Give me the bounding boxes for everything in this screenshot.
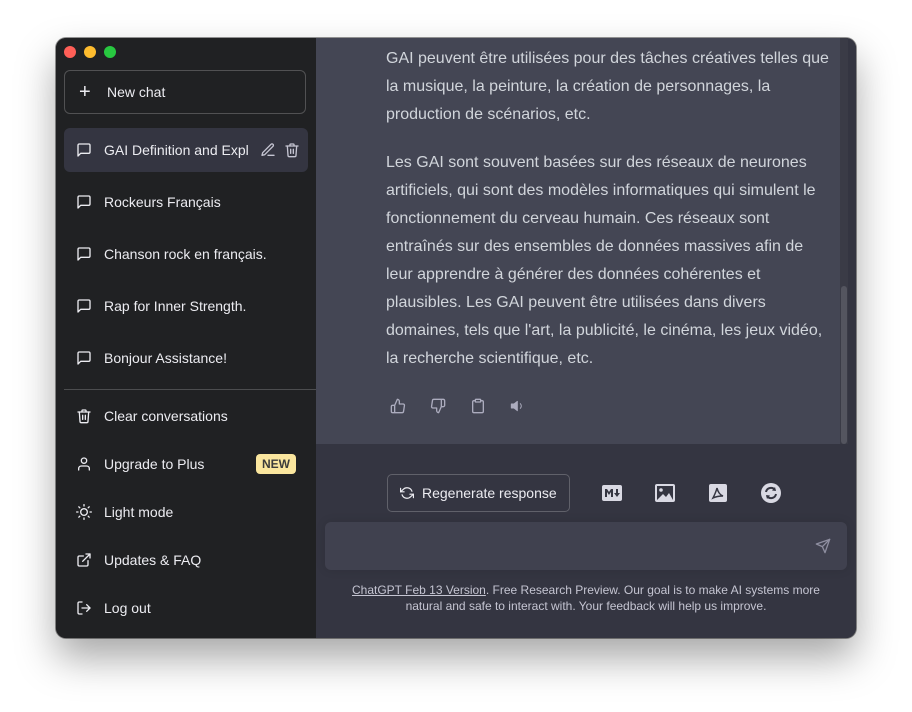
- speaker-icon[interactable]: [510, 398, 526, 414]
- conversation-label: Bonjour Assistance!: [104, 350, 227, 366]
- chat-main: GAI peuvent être utilisées pour des tâch…: [316, 38, 856, 638]
- chat-bubble-icon: [77, 351, 91, 365]
- chat-bubble-icon: [77, 143, 91, 157]
- footer-disclaimer: ChatGPT Feb 13 Version. Free Research Pr…: [336, 582, 836, 614]
- thumbs-up-icon[interactable]: [390, 398, 406, 414]
- conversation-label: Rap for Inner Strength.: [104, 298, 247, 314]
- minimize-window-button[interactable]: [84, 46, 96, 58]
- trash-icon: [77, 409, 91, 424]
- message-paragraph: GAI peuvent être utilisées pour des tâch…: [386, 50, 829, 123]
- chat-bubble-icon: [77, 299, 91, 313]
- app-window: + New chat GAI Definition and Expl Rocke…: [56, 38, 856, 638]
- refresh-icon: [400, 487, 414, 499]
- clear-conversations-button[interactable]: Clear conversations: [64, 392, 308, 440]
- conversation-actions: [260, 142, 300, 158]
- thumbs-down-icon[interactable]: [430, 398, 446, 414]
- menu-item-label: Log out: [104, 600, 151, 616]
- conversation-item[interactable]: Rockeurs Français: [64, 180, 308, 224]
- menu-item-label: Upgrade to Plus: [104, 456, 205, 472]
- message-input[interactable]: [339, 536, 803, 562]
- conversation-item[interactable]: Bonjour Assistance!: [64, 336, 308, 380]
- image-export-icon[interactable]: [654, 482, 676, 504]
- send-icon[interactable]: [815, 538, 831, 554]
- version-link[interactable]: ChatGPT Feb 13 Version: [352, 583, 486, 597]
- sync-icon[interactable]: [760, 482, 782, 504]
- clipboard-icon[interactable]: [470, 398, 486, 414]
- delete-icon[interactable]: [284, 142, 300, 158]
- edit-icon[interactable]: [260, 142, 276, 158]
- maximize-window-button[interactable]: [104, 46, 116, 58]
- plus-icon: +: [79, 81, 91, 103]
- conversation-label: GAI Definition and Expl: [104, 142, 249, 158]
- conversation-list: GAI Definition and Expl Rockeurs Françai…: [64, 128, 308, 388]
- scrollbar-track[interactable]: [840, 38, 848, 444]
- log-out-button[interactable]: Log out: [64, 584, 308, 632]
- close-window-button[interactable]: [64, 46, 76, 58]
- conversation-label: Chanson rock en français.: [104, 246, 267, 262]
- message-text: GAI peuvent être utilisées pour des tâch…: [386, 45, 834, 393]
- scrollbar-thumb[interactable]: [841, 286, 847, 444]
- conversation-item[interactable]: Chanson rock en français.: [64, 232, 308, 276]
- conversation-item[interactable]: GAI Definition and Expl: [64, 128, 308, 172]
- user-icon: [78, 457, 90, 471]
- chat-bubble-icon: [77, 195, 91, 209]
- pdf-export-icon[interactable]: [707, 482, 729, 504]
- markdown-export-icon[interactable]: [601, 482, 623, 504]
- menu-item-label: Clear conversations: [104, 408, 228, 424]
- sun-icon: [76, 504, 92, 520]
- message-input-box: [325, 522, 847, 570]
- response-toolbar: Regenerate response: [387, 474, 782, 512]
- logout-icon: [77, 601, 91, 615]
- sidebar: + New chat GAI Definition and Expl Rocke…: [56, 38, 316, 638]
- message-paragraph: Les GAI sont souvent basées sur des rése…: [386, 154, 823, 367]
- external-link-icon: [77, 553, 91, 567]
- updates-faq-link[interactable]: Updates & FAQ: [64, 536, 308, 584]
- menu-item-label: Updates & FAQ: [104, 552, 202, 568]
- sidebar-menu: Clear conversations Upgrade to Plus NEW …: [64, 392, 308, 632]
- conversation-item[interactable]: Rap for Inner Strength.: [64, 284, 308, 328]
- regenerate-label: Regenerate response: [422, 485, 557, 501]
- chat-bubble-icon: [77, 247, 91, 261]
- menu-item-label: Light mode: [104, 504, 174, 520]
- new-chat-button[interactable]: + New chat: [64, 70, 306, 114]
- new-chat-label: New chat: [107, 84, 166, 100]
- regenerate-response-button[interactable]: Regenerate response: [387, 474, 570, 512]
- sidebar-divider: [64, 389, 316, 390]
- new-badge: NEW: [256, 454, 296, 474]
- feedback-actions: [390, 398, 526, 414]
- upgrade-to-plus-button[interactable]: Upgrade to Plus NEW: [64, 440, 308, 488]
- conversation-label: Rockeurs Français: [104, 194, 221, 210]
- assistant-message: GAI peuvent être utilisées pour des tâch…: [316, 38, 848, 444]
- window-controls: [64, 46, 116, 58]
- light-mode-button[interactable]: Light mode: [64, 488, 308, 536]
